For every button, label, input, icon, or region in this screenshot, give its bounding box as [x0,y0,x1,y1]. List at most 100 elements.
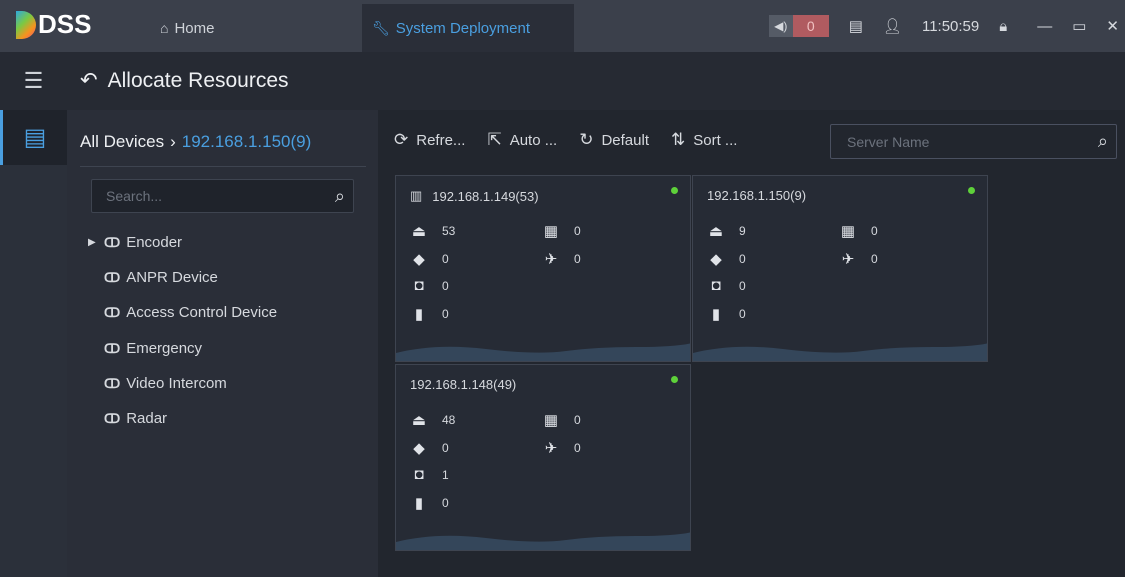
anpr-count: ◆ 0 [410,439,448,457]
emergency-terminal-icon: ▦ [543,412,559,429]
minimize-icon[interactable]: — [1037,18,1052,35]
toolbar: ⟳ Refre... ⇱ Auto ... ↻ Default ⇅ Sort ... [394,130,737,150]
intercom-icon: ▮ [414,306,424,323]
tree-item-access-control[interactable]: ↀ Access Control Device [88,304,277,321]
count: 0 [442,278,449,293]
device-group-icon: ↀ [104,304,121,320]
alarm-count: 0 [792,15,829,37]
chevron-right-icon: › [170,132,176,151]
access-control-count: ◘ 0 [410,277,449,294]
tree-item-radar[interactable]: ↀ Radar [88,410,167,427]
count: 0 [574,413,581,427]
dss-logo: DSS [16,9,91,40]
tree-item-emergency[interactable]: ↀ Emergency [88,340,202,357]
alarm-button[interactable]: ◀) 0 [768,15,829,37]
sort-icon: ⇅ [671,130,686,149]
server-card[interactable]: ▥ 192.168.1.149(53) ⏏ 53 ◆ 0 ◘ 0 ▮ 0 ▦ 0 ✈ 0 [395,175,691,362]
count: 0 [442,252,449,266]
anpr-count: ◆ 0 [707,250,746,268]
maximize-icon[interactable]: ▭ [1072,17,1086,35]
refresh-button[interactable]: ⟳ Refre... [394,130,465,150]
device-group-icon: ↀ [104,375,121,391]
wave-decoration [396,343,690,361]
anpr-camera-icon: ◆ [413,251,425,268]
count: 0 [574,252,581,266]
encoder-icon: ⏏ [411,412,427,429]
encoder-icon: ⏏ [708,223,724,240]
refresh-icon: ⟳ [394,130,409,149]
count: 0 [871,252,878,266]
button-label: Auto ... [509,131,558,149]
wrench-icon: 🔧︎ [372,19,390,36]
tree-item-video-intercom[interactable]: ↀ Video Intercom [88,375,227,392]
server-header: 192.168.1.150(9) [707,188,806,203]
server-name-input[interactable] [847,133,1098,150]
lock-icon[interactable]: 🔒︎ [999,18,1007,35]
online-status-dot [968,187,975,194]
anpr-camera-icon: ◆ [413,440,425,457]
radar-count: ✈ 0 [542,439,581,457]
server-header: ▥ 192.168.1.149(53) [410,188,539,204]
button-label: Refre... [416,131,466,149]
emergency-terminal-icon: ▦ [543,223,559,240]
tree-label: Radar [126,410,168,427]
emergency-count: ▦ 0 [542,222,581,240]
expand-icon[interactable]: ▶ [88,237,104,248]
back-icon[interactable]: ↶ [80,68,98,93]
radar-dish-icon: ✈ [544,251,558,268]
intercom-count: ▮ 0 [410,305,449,323]
encoder-icon: ⏏ [411,223,427,240]
sort-button[interactable]: ⇅ Sort ... [671,130,737,150]
system-tray: ◀) 0 ▤ 👤︎ 11:50:59 🔒︎ — ▭ ✕ [768,0,1125,52]
server-search: ⌕ [830,124,1117,159]
server-icon: ▥ [410,188,423,203]
server-card[interactable]: 192.168.1.150(9) ⏏ 9 ◆ 0 ◘ 0 ▮ 0 ▦ 0 ✈ 0 [692,175,988,362]
server-header: 192.168.1.148(49) [410,377,516,392]
search-icon[interactable]: ⌕ [1098,131,1108,152]
message-icon[interactable]: ▤ [849,17,863,35]
auto-allocate-button[interactable]: ⇱ Auto ... [487,130,557,150]
server-card[interactable]: 192.168.1.148(49) ⏏ 48 ◆ 0 ◘ 1 ▮ 0 ▦ 0 ✈ 0 [395,364,691,551]
count: 1 [442,467,449,482]
tree-label: Emergency [126,340,203,357]
device-group-icon: ↀ [104,234,121,250]
breadcrumb-root[interactable]: All Devices [80,132,164,152]
server-config-icon[interactable]: ▤ [0,110,67,165]
breadcrumb: All Devices › 192.168.1.150(9) [80,132,311,152]
access-control-count: ◘ 1 [410,466,449,483]
title-text: Allocate Resources [107,68,289,92]
tab-system-deployment[interactable]: 🔧︎ System Deployment [362,4,574,52]
count: 0 [739,252,746,266]
door-icon: ◘ [414,277,424,294]
button-label: Default [601,131,649,149]
radar-dish-icon: ✈ [544,440,558,457]
radar-dish-icon: ✈ [841,251,855,268]
reset-icon: ↻ [579,130,594,149]
door-icon: ◘ [414,466,424,483]
count: 0 [574,224,581,238]
anpr-camera-icon: ◆ [710,251,722,268]
search-input[interactable] [106,188,335,204]
count: 48 [442,413,456,427]
tab-label: Home [174,19,215,37]
home-icon: ⌂ [160,20,169,36]
menu-icon[interactable]: ☰ [0,52,67,110]
online-status-dot [671,187,678,194]
tree-label: ANPR Device [126,269,218,286]
tree-item-anpr[interactable]: ↀ ANPR Device [88,269,218,286]
emergency-count: ▦ 0 [542,411,581,429]
radar-count: ✈ 0 [839,250,878,268]
encoder-count: ⏏ 9 [707,222,746,240]
tab-home[interactable]: ⌂ Home [150,4,224,52]
close-icon[interactable]: ✕ [1106,17,1119,35]
tree-item-encoder[interactable]: ▶ ↀ Encoder [88,234,182,251]
speaker-icon: ◀) [768,15,793,37]
search-icon[interactable]: ⌕ [335,186,345,207]
side-rail [0,110,67,577]
user-icon[interactable]: 👤︎ [883,17,902,35]
wave-decoration [396,532,690,550]
access-control-count: ◘ 0 [707,277,745,294]
tree-label: Encoder [126,234,183,251]
count: 9 [739,224,746,238]
default-button[interactable]: ↻ Default [579,130,649,150]
